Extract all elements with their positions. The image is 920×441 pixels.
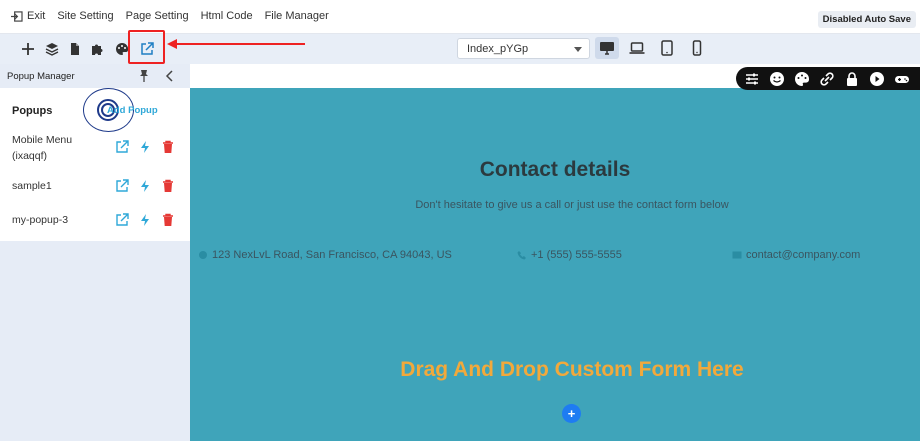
popups-label: Popups	[12, 105, 53, 117]
chevron-left-icon[interactable]	[165, 70, 175, 82]
edit-icon[interactable]	[115, 140, 129, 154]
highlight-box	[128, 30, 165, 64]
popup-name: my-popup-3	[12, 214, 69, 226]
play-icon[interactable]	[869, 71, 885, 87]
gamepad-icon[interactable]	[894, 71, 910, 87]
popup-list: Popups Add Popup Mobile Menu (ixaqqf) sa…	[0, 88, 190, 241]
annotation-arrow	[167, 39, 305, 49]
laptop-icon[interactable]	[625, 37, 649, 59]
pin-icon[interactable]	[138, 69, 150, 82]
html-code-menu-item[interactable]: Html Code	[201, 10, 253, 22]
exit-menu-item[interactable]: Exit	[10, 10, 45, 22]
list-item: my-popup-3	[12, 212, 182, 230]
phone-text: +1 (555) 555-5555	[531, 249, 622, 261]
trash-icon[interactable]	[161, 140, 175, 154]
chevron-down-icon	[574, 47, 582, 52]
email-info: contact@company.com	[732, 249, 860, 261]
site-setting-menu-item[interactable]: Site Setting	[57, 10, 113, 22]
sliders-icon[interactable]	[744, 71, 760, 87]
lock-icon[interactable]	[844, 71, 860, 87]
add-popup-button[interactable]: Add Popup	[107, 105, 158, 116]
email-text: contact@company.com	[746, 249, 861, 261]
phone-icon	[517, 251, 526, 260]
element-toolbar	[736, 67, 920, 90]
phone-info: +1 (555) 555-5555	[517, 249, 622, 261]
list-item: Mobile Menu (ixaqqf)	[12, 132, 182, 168]
phone-icon[interactable]	[685, 37, 709, 59]
popup-name: sample1	[12, 180, 52, 192]
lightning-icon[interactable]	[138, 213, 152, 227]
email-icon	[732, 251, 742, 259]
document-icon[interactable]	[67, 41, 83, 57]
popup-manager-panel: Popup Manager Popups Add Popup Mobile Me…	[0, 64, 190, 441]
address-text: 123 NexLvL Road, San Francisco, CA 94043…	[212, 249, 452, 261]
edit-icon[interactable]	[115, 213, 129, 227]
contact-subtitle: Don't hesitate to give us a call or just…	[415, 199, 729, 211]
page-select-value: Index_pYGp	[467, 43, 529, 55]
link-icon[interactable]	[819, 71, 835, 87]
edit-icon[interactable]	[115, 179, 129, 193]
row-actions	[115, 179, 175, 193]
lightning-icon[interactable]	[138, 140, 152, 154]
contact-title: Contact details	[479, 158, 631, 181]
popup-name: Mobile Menu (ixaqqf)	[12, 134, 73, 162]
panel-title: Popup Manager	[7, 71, 75, 82]
list-item: sample1	[12, 178, 182, 196]
drag-drop-placeholder[interactable]: Drag And Drop Custom Form Here	[190, 358, 920, 382]
smiley-icon[interactable]	[769, 71, 785, 87]
panel-header: Popup Manager	[0, 64, 190, 88]
contact-section[interactable]: Contact details Don't hesitate to give u…	[190, 88, 920, 441]
tablet-icon[interactable]	[655, 37, 679, 59]
address-info: 123 NexLvL Road, San Francisco, CA 94043…	[198, 249, 452, 261]
plus-icon[interactable]	[20, 41, 36, 57]
row-actions	[115, 213, 175, 227]
map-pin-icon	[199, 251, 207, 259]
autosave-button[interactable]: Disabled Auto Save	[817, 11, 916, 28]
layers-icon[interactable]	[44, 41, 60, 57]
lightning-icon[interactable]	[138, 179, 152, 193]
add-block-button[interactable]: +	[562, 404, 581, 423]
exit-label: Exit	[27, 10, 46, 22]
top-menu: Exit Site Setting Page Setting Html Code…	[10, 10, 329, 22]
file-manager-menu-item[interactable]: File Manager	[265, 10, 329, 22]
device-switcher	[595, 37, 709, 59]
exit-icon	[11, 10, 23, 22]
page-select[interactable]: Index_pYGp	[457, 38, 590, 59]
page-setting-menu-item[interactable]: Page Setting	[126, 10, 189, 22]
palette-icon[interactable]	[794, 71, 810, 87]
page-canvas: Contact details Don't hesitate to give u…	[190, 64, 920, 441]
row-actions	[115, 140, 175, 154]
desktop-icon[interactable]	[595, 37, 619, 59]
top-menu-bar: Exit Site Setting Page Setting Html Code…	[0, 0, 920, 34]
trash-icon[interactable]	[161, 179, 175, 193]
trash-icon[interactable]	[161, 213, 175, 227]
puzzle-icon[interactable]	[89, 41, 105, 57]
